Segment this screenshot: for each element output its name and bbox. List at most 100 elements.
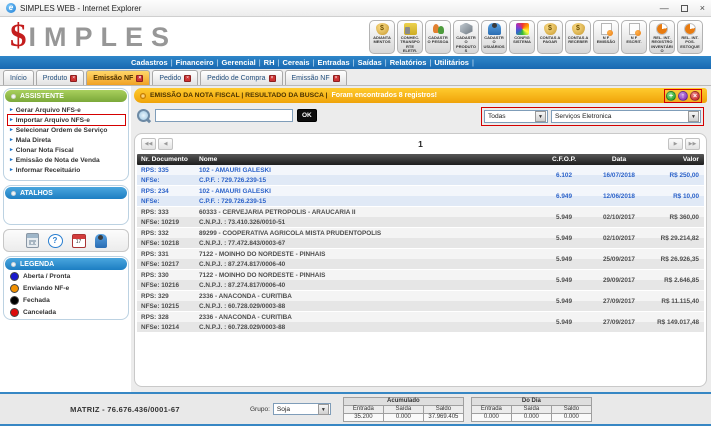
filter-type-select[interactable]: Todas ▼ xyxy=(484,110,548,123)
calendar-icon[interactable] xyxy=(72,234,86,248)
row-date: 27/09/2017 xyxy=(592,291,646,311)
menu-item[interactable]: Cereais xyxy=(279,58,312,67)
assistente-link[interactable]: ▸ Gerar Arquivo NFS-e xyxy=(8,105,125,115)
row-date: 25/09/2017 xyxy=(592,249,646,269)
assistente-link-label: Informar Receituário xyxy=(16,167,81,174)
row-client-document: C.N.P.J. : 87.274.817/0006-40 xyxy=(199,282,536,289)
table-row[interactable]: RPS: 335 NFSe: 102 - AMAURI GALESKI C.P.… xyxy=(137,165,704,186)
user-icon[interactable] xyxy=(95,234,107,248)
menu-item[interactable]: RH xyxy=(261,58,278,67)
window-titlebar: e SIMPLES WEB - Internet Explorer — × xyxy=(0,0,711,17)
menu-item[interactable]: Cadastros xyxy=(128,58,171,67)
menu-item[interactable]: Gerencial xyxy=(219,58,259,67)
person-icon xyxy=(432,23,445,35)
next-page-button[interactable]: ▶ xyxy=(668,138,683,150)
tab-label: Pedido de Compra xyxy=(207,75,265,82)
tab[interactable]: Produto × xyxy=(36,70,85,85)
toolbar-button-label: N F EMISSÃO xyxy=(594,36,618,45)
close-window-button[interactable]: × xyxy=(700,3,705,13)
row-rps: RPS: 333 xyxy=(141,209,195,216)
menubar: Cadastros | Financeiro | Gerencial | RH … xyxy=(0,56,711,69)
grupo-select[interactable]: Soja ▼ xyxy=(273,403,331,415)
legenda-panel: LEGENDA Aberta / Pronta Enviando NF-e Fe… xyxy=(3,256,129,320)
statusbar: MATRIZ - 76.676.436/0001-67 Grupo: Soja … xyxy=(0,392,711,426)
tab[interactable]: Início xyxy=(3,70,34,85)
legenda-title: LEGENDA xyxy=(20,261,54,268)
toolbar-button[interactable]: CADASTRO PESSOA xyxy=(425,20,451,54)
toolbar-button[interactable]: CONHEC. TRANSPORTE ELETR. xyxy=(397,20,423,54)
close-panel-button[interactable]: × xyxy=(690,91,700,101)
toolbar-button[interactable]: ADIANTA MENTOS xyxy=(369,20,395,54)
menu-separator: | xyxy=(472,58,474,67)
menu-item[interactable]: Financeiro xyxy=(173,58,217,67)
tab[interactable]: Emissão NF × xyxy=(86,70,150,85)
dodia-entrada-header: Entrada xyxy=(471,405,511,413)
tab[interactable]: Pedido de Compra × xyxy=(200,70,282,85)
tab-close-icon[interactable]: × xyxy=(136,75,143,82)
search-input[interactable] xyxy=(155,109,293,122)
toolbar-button[interactable]: REL. INT. REGISTRO INVENTÁRIO xyxy=(649,20,675,54)
table-row[interactable]: RPS: 330 NFSe: 10216 7122 - MOINHO DO NO… xyxy=(137,270,704,291)
table-row[interactable]: RPS: 329 NFSe: 10215 2336 - ANACONDA - C… xyxy=(137,291,704,312)
menu-item[interactable]: Saídas xyxy=(355,58,385,67)
add-button[interactable]: + xyxy=(666,91,676,101)
row-rps: RPS: 332 xyxy=(141,230,195,237)
sidebar: ASSISTENTE ▸ Gerar Arquivo NFS-e ▸ Impor… xyxy=(0,86,131,392)
row-value: R$ 360,00 xyxy=(646,207,704,227)
toolbar-button[interactable]: CADASTRO PRODUTOS xyxy=(453,20,479,54)
tab-close-icon[interactable]: × xyxy=(184,75,191,82)
pie-chart-icon xyxy=(656,23,668,35)
status-color-dot xyxy=(10,284,19,293)
toolbar-button-label: CONTAS A PAGAR xyxy=(538,36,562,45)
tab[interactable]: Pedido × xyxy=(152,70,198,85)
table-row[interactable]: RPS: 332 NFSe: 10218 89299 - COOPERATIVA… xyxy=(137,228,704,249)
search-ok-button[interactable]: OK xyxy=(297,109,317,122)
menu-item[interactable]: Relatórios xyxy=(387,58,430,67)
tab-close-icon[interactable]: × xyxy=(70,75,77,82)
filter-category-select[interactable]: Serviços Eletronica ▼ xyxy=(551,110,701,123)
table-row[interactable]: RPS: 333 NFSe: 10219 60333 - CERVEJARIA … xyxy=(137,207,704,228)
row-client-name: 60333 - CERVEJARIA PETROPOLIS - ARAUCARI… xyxy=(199,209,536,216)
toolbar-button[interactable]: CONTAS A PAGAR xyxy=(537,20,563,54)
legend-item: Fechada xyxy=(5,294,127,306)
prev-page-button[interactable]: ◀ xyxy=(158,138,173,150)
truck-icon xyxy=(404,23,417,35)
tab-label: Início xyxy=(10,75,27,82)
toolbar-button-label: ADIANTA MENTOS xyxy=(370,36,394,45)
row-client-name: 102 - AMAURI GALESKI xyxy=(199,167,536,174)
assistente-link[interactable]: ▸ Selecionar Ordem de Serviço xyxy=(8,125,125,135)
legend-item-label: Cancelada xyxy=(23,309,56,316)
calculator-icon[interactable] xyxy=(26,233,39,248)
assistente-link[interactable]: ▸ Informar Receituário xyxy=(8,165,125,175)
chevron-down-icon: ▼ xyxy=(535,111,546,122)
table-row[interactable]: RPS: 331 NFSe: 10217 7122 - MOINHO DO NO… xyxy=(137,249,704,270)
assistente-link[interactable]: ▸ Emissão de Nota de Venda xyxy=(8,155,125,165)
menu-item[interactable]: Utilitários xyxy=(431,58,472,67)
menu-item[interactable]: Entradas xyxy=(315,58,353,67)
minimize-button[interactable]: — xyxy=(660,3,669,13)
first-page-button[interactable]: ◀◀ xyxy=(141,138,156,150)
chevron-down-icon: ▼ xyxy=(318,404,329,415)
toolbar-button[interactable]: CADASTRO USUÁRIOS xyxy=(481,20,507,54)
table-row[interactable]: RPS: 234 NFSe: 102 - AMAURI GALESKI C.P.… xyxy=(137,186,704,207)
toolbar-button[interactable]: N F EMISSÃO xyxy=(593,20,619,54)
toolbar-button[interactable]: N F ESCRIT. xyxy=(621,20,647,54)
acumulado-saida-header: Saída xyxy=(383,405,423,413)
tab-close-icon[interactable]: × xyxy=(333,75,340,82)
send-button[interactable]: ↑ xyxy=(678,91,688,101)
tab[interactable]: Emissão NF × xyxy=(285,70,347,85)
help-balloon-icon[interactable]: ? xyxy=(48,234,63,248)
assistente-link[interactable]: ▸ Mala Direta xyxy=(8,135,125,145)
assistente-link[interactable]: ▸ Clonar Nota Fiscal xyxy=(8,145,125,155)
tab-close-icon[interactable]: × xyxy=(269,75,276,82)
toolbar-button[interactable]: CONFIG SISTEMA xyxy=(509,20,535,54)
toolbar-button[interactable]: REL. INT. POS. ESTOQUE xyxy=(677,20,703,54)
tab-label: Emissão NF xyxy=(292,75,330,82)
assistente-link[interactable]: ▸ Importar Arquivo NFS-e xyxy=(8,115,125,125)
row-date: 29/09/2017 xyxy=(592,270,646,290)
arrow-bullet-icon: ▸ xyxy=(10,127,13,133)
toolbar-button[interactable]: CONTAS A RECEBER xyxy=(565,20,591,54)
last-page-button[interactable]: ▶▶ xyxy=(685,138,700,150)
maximize-button[interactable] xyxy=(681,5,688,12)
table-row[interactable]: RPS: 328 NFSe: 10214 2336 - ANACONDA - C… xyxy=(137,312,704,333)
